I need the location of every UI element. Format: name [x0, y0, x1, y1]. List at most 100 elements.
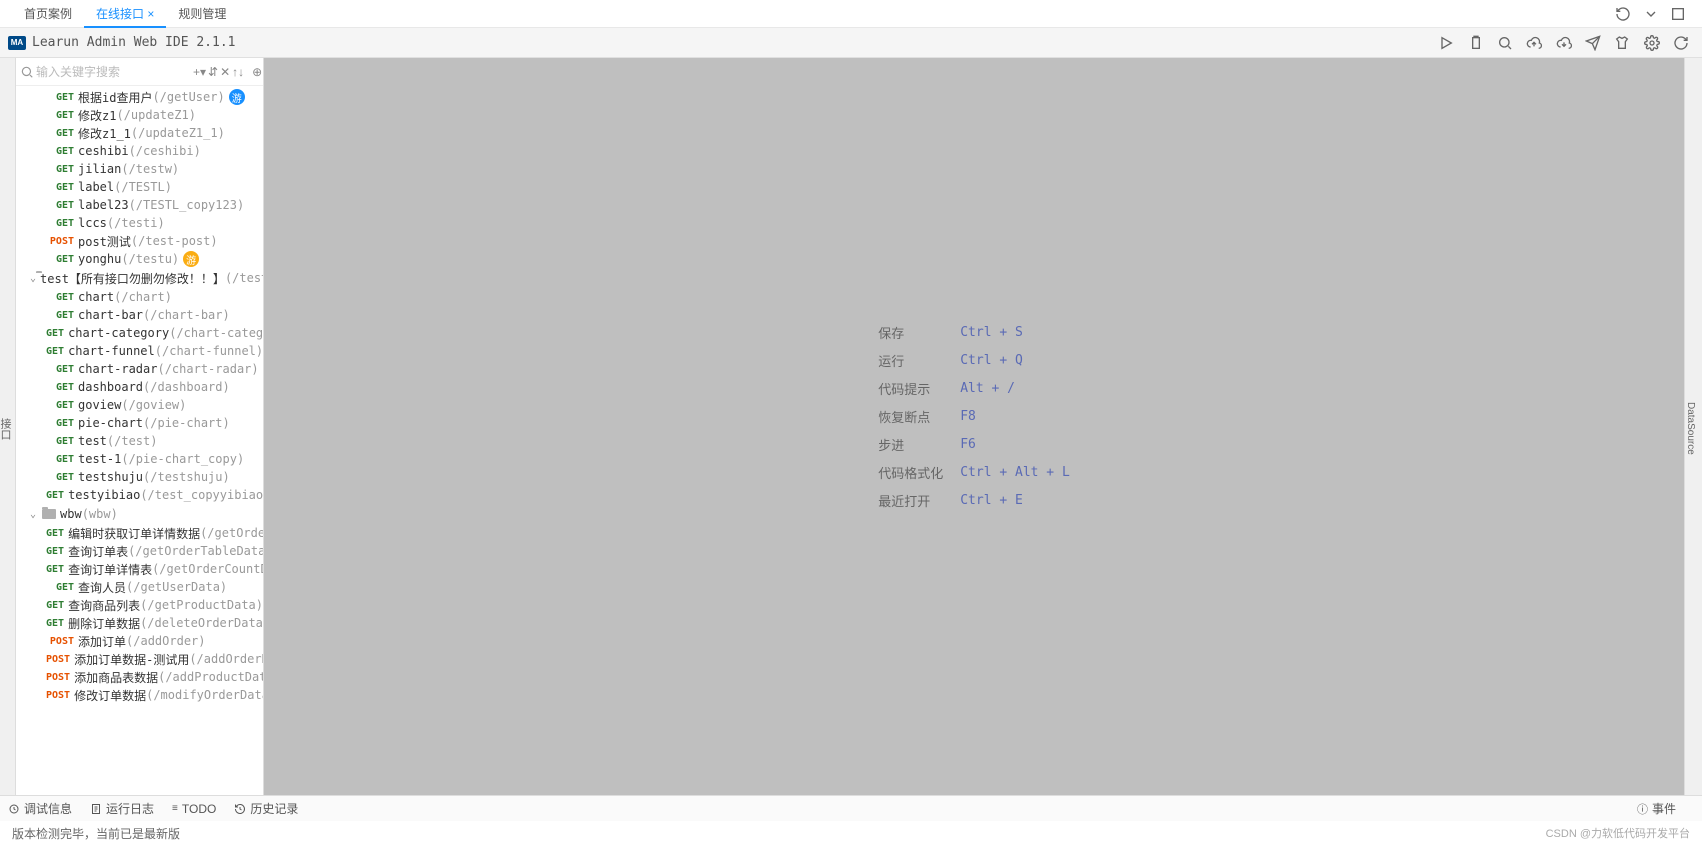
- api-name: testyibiao: [68, 488, 140, 502]
- http-method: GET: [46, 400, 74, 411]
- chevron-down-icon: ⌄: [30, 509, 42, 520]
- api-path: (/dashboard): [143, 380, 230, 394]
- tree-item[interactable]: GETchart-funnel(/chart-funnel): [16, 342, 263, 360]
- tree-item[interactable]: GETlccs(/testi): [16, 214, 263, 232]
- tree-item[interactable]: GETyonghu(/testu)游: [16, 250, 263, 268]
- shortcut-key: Ctrl + S: [960, 325, 1023, 340]
- api-name: label23: [78, 198, 129, 212]
- tree-item[interactable]: GETtestyibiao(/test_copyyibiao): [16, 486, 263, 504]
- http-method: GET: [46, 564, 64, 575]
- tree-item[interactable]: GETpie-chart(/pie-chart): [16, 414, 263, 432]
- left-rail[interactable]: 接口 函数 fn: [0, 58, 16, 795]
- api-tree[interactable]: GET根据id查用户(/getUser)游GET修改z1(/updateZ1)G…: [16, 86, 263, 795]
- api-name: 修改订单数据: [74, 687, 146, 704]
- run-icon[interactable]: [1433, 30, 1459, 56]
- api-name: 添加订单数据-测试用: [74, 651, 189, 668]
- shortcut-key: Ctrl + Q: [960, 353, 1023, 368]
- shortcut-label: 最近打开: [878, 491, 948, 510]
- tree-folder[interactable]: ⌄wbw (wbw): [16, 504, 263, 524]
- shortcut-label: 步进: [878, 435, 948, 454]
- expand-icon[interactable]: ⇵: [208, 63, 218, 81]
- tshirt-icon[interactable]: [1609, 30, 1635, 56]
- shortcut-row: 恢复断点F8: [878, 403, 1070, 431]
- api-path: (/testu): [121, 252, 179, 266]
- tree-item[interactable]: GET jilian(/testw): [16, 160, 263, 178]
- watermark: CSDN @力软低代码开发平台: [1546, 825, 1690, 841]
- tab-online-api[interactable]: 在线接口 ×: [84, 0, 166, 28]
- tab-home[interactable]: 首页案例: [12, 0, 84, 28]
- api-path: (/addOrder): [126, 634, 205, 648]
- tree-item[interactable]: GETtestshuju(/testshuju): [16, 468, 263, 486]
- cloud-up-icon[interactable]: [1521, 30, 1547, 56]
- shortcut-label: 代码格式化: [878, 463, 948, 482]
- chevron-down-icon[interactable]: [1639, 2, 1663, 26]
- http-method: GET: [46, 310, 74, 321]
- bb-debug[interactable]: 调试信息: [8, 800, 72, 817]
- close-icon[interactable]: ✕: [220, 63, 230, 81]
- tree-item[interactable]: GET根据id查用户(/getUser)游: [16, 88, 263, 106]
- tree-item[interactable]: POST添加订单(/addOrder): [16, 632, 263, 650]
- tree-item[interactable]: GET查询订单表(/getOrderTableData): [16, 542, 263, 560]
- http-method: GET: [46, 436, 74, 447]
- http-method: GET: [46, 472, 74, 483]
- api-name: jilian: [78, 162, 121, 176]
- tree-item[interactable]: GET修改z1_1(/updateZ1_1): [16, 124, 263, 142]
- send-icon[interactable]: [1580, 30, 1606, 56]
- refresh-icon[interactable]: [1611, 2, 1635, 26]
- api-path: (/addOrderData): [189, 652, 263, 666]
- api-name: chart: [78, 290, 114, 304]
- tree-item[interactable]: POST添加订单数据-测试用(/addOrderData): [16, 650, 263, 668]
- bb-event[interactable]: ⓘ事件: [1637, 800, 1676, 817]
- search2-icon[interactable]: [1492, 30, 1518, 56]
- bb-log[interactable]: 运行日志: [90, 800, 154, 817]
- reload-icon[interactable]: [1668, 30, 1694, 56]
- tree-item[interactable]: POST修改订单数据(/modifyOrderData): [16, 686, 263, 704]
- cloud-down-icon[interactable]: [1551, 30, 1577, 56]
- bb-history[interactable]: 历史记录: [234, 800, 298, 817]
- gear-icon[interactable]: [1639, 30, 1665, 56]
- bb-todo[interactable]: ≡TODO: [172, 802, 216, 816]
- tree-item[interactable]: GETchart-radar(/chart-radar): [16, 360, 263, 378]
- tree-item[interactable]: GET查询订单详情表(/getOrderCountData): [16, 560, 263, 578]
- http-method: POST: [46, 690, 70, 701]
- tree-item[interactable]: GET编辑时获取订单详情数据(/getOrderProd: [16, 524, 263, 542]
- tree-item[interactable]: GETgoview(/goview): [16, 396, 263, 414]
- tree-item[interactable]: GET查询商品列表(/getProductData): [16, 596, 263, 614]
- search-input[interactable]: [36, 60, 191, 84]
- http-method: GET: [46, 346, 64, 357]
- right-rail-datasource[interactable]: DataSource: [1684, 58, 1702, 795]
- clipboard-icon[interactable]: [1463, 30, 1489, 56]
- tree-item[interactable]: GET删除订单数据(/deleteOrderData): [16, 614, 263, 632]
- tree-item[interactable]: GET修改z1(/updateZ1): [16, 106, 263, 124]
- tree-item[interactable]: GETchart(/chart): [16, 288, 263, 306]
- add-icon[interactable]: +▾: [193, 63, 206, 81]
- http-method: GET: [46, 200, 74, 211]
- shortcuts-hint: 保存Ctrl + S运行Ctrl + Q代码提示Alt + /恢复断点F8步进F…: [878, 319, 1070, 515]
- tree-item[interactable]: POSTpost测试(/test-post): [16, 232, 263, 250]
- title-actions: [1433, 30, 1694, 56]
- folder-name: test【所有接口勿删勿修改！！】: [40, 270, 225, 287]
- fullscreen-icon[interactable]: [1666, 2, 1690, 26]
- api-name: chart-radar: [78, 362, 157, 376]
- http-method: GET: [46, 164, 74, 175]
- tree-item[interactable]: GETtest-1(/pie-chart_copy): [16, 450, 263, 468]
- tree-item[interactable]: GETchart-bar(/chart-bar): [16, 306, 263, 324]
- tree-item[interactable]: GETlabel(/TESTL): [16, 178, 263, 196]
- left-rail-api[interactable]: 接口: [0, 416, 15, 442]
- tree-item[interactable]: GETceshibi(/ceshibi): [16, 142, 263, 160]
- tree-item[interactable]: GETdashboard(/dashboard): [16, 378, 263, 396]
- tree-item[interactable]: GETtest(/test): [16, 432, 263, 450]
- shortcut-key: F8: [960, 409, 976, 424]
- tree-folder[interactable]: ⌄test【所有接口勿删勿修改！！】 (/test): [16, 268, 263, 288]
- tree-item[interactable]: GETchart-category(/chart-category): [16, 324, 263, 342]
- tree-item[interactable]: GETlabel23(/TESTL_copy123): [16, 196, 263, 214]
- api-path: (/testw): [121, 162, 179, 176]
- http-method: GET: [46, 328, 64, 339]
- tree-item[interactable]: GET查询人员(/getUserData): [16, 578, 263, 596]
- target-icon[interactable]: ⊕: [252, 63, 262, 81]
- http-method: GET: [46, 454, 74, 465]
- tab-rules[interactable]: 规则管理: [166, 0, 238, 28]
- badge: 游: [229, 89, 245, 105]
- sort-icon[interactable]: ↑↓: [232, 63, 244, 81]
- tree-item[interactable]: POST添加商品表数据(/addProductData): [16, 668, 263, 686]
